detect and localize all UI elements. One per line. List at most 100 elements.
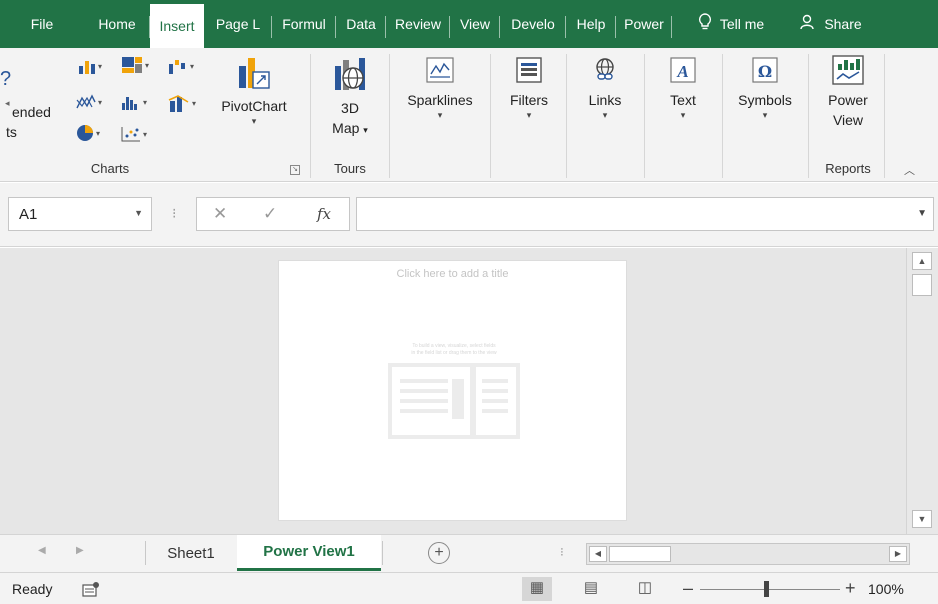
pivotchart-button[interactable]: PivotChart ▾ [210, 56, 298, 126]
3d-map-button[interactable]: 3D Map ▾ [317, 56, 383, 140]
statistic-chart-icon [122, 97, 137, 110]
prev-sheet-icon[interactable]: ◀ [38, 545, 46, 556]
ribbon-separator [566, 54, 567, 178]
filters-button[interactable]: Filters ▾ [498, 56, 560, 120]
scatter-chart-button[interactable]: ▾ [121, 126, 147, 142]
links-caret: ▾ [602, 110, 608, 120]
column-chart-button[interactable]: ▾ [78, 58, 102, 74]
tab-data[interactable]: Data [336, 0, 386, 48]
link-globe-icon [596, 58, 614, 80]
status-ready: Ready [12, 581, 53, 597]
tab-power[interactable]: Power [616, 0, 672, 48]
3d-map-label-2: Map [332, 120, 360, 136]
tab-file[interactable]: File [0, 0, 84, 48]
text-label: Text [670, 92, 696, 108]
power-view-sheet[interactable]: Click here to add a title To build a vie… [278, 260, 627, 521]
tell-me-search[interactable]: Tell me [672, 0, 790, 48]
sheet-tab-bar: ◀ ▶ Sheet1 Power View1 + ⁝ ◀ ▶ [0, 534, 938, 572]
pie-chart-button[interactable]: ▾ [76, 124, 100, 142]
question-chart-icon: ? [0, 68, 12, 90]
symbols-button[interactable]: Ω Symbols ▾ [728, 56, 802, 120]
person-icon [800, 14, 816, 34]
expand-formula-bar-icon[interactable]: ▼ [917, 208, 927, 219]
zoom-slider-track[interactable] [700, 589, 840, 590]
ribbon: ? ◂ ended ts ▾ ▾ ▾ ▾ ▾ ▾ ▾ ▾ PivotChart … [0, 48, 938, 182]
tab-view[interactable]: View [450, 0, 500, 48]
zoom-slider-thumb[interactable] [764, 581, 769, 597]
tab-insert[interactable]: Insert [150, 4, 204, 48]
text-button[interactable]: A Text ▾ [652, 56, 714, 120]
sheet-title-placeholder[interactable]: Click here to add a title [279, 268, 626, 280]
recommended-charts-button[interactable]: ? ◂ ended ts [0, 68, 64, 142]
text-box-icon: A [670, 57, 696, 83]
ribbon-separator [490, 54, 491, 178]
horizontal-scrollbar[interactable]: ◀ ▶ [586, 543, 910, 565]
waterfall-chart-button[interactable]: ▾ [168, 58, 194, 74]
pivotchart-label: PivotChart [221, 98, 287, 114]
enter-check-icon[interactable]: ✓ [263, 204, 277, 224]
tab-home[interactable]: Home [84, 0, 150, 48]
share-button[interactable]: Share [790, 0, 872, 48]
normal-view-icon[interactable]: ▦ [522, 577, 552, 601]
vertical-scroll-thumb[interactable] [912, 274, 932, 296]
svg-text:Ω: Ω [758, 62, 772, 81]
insert-function-icon[interactable]: fx [317, 205, 331, 223]
zoom-in-icon[interactable]: + [845, 578, 856, 599]
scroll-down-icon[interactable]: ▼ [912, 510, 932, 528]
hint-line-2: in the field list or drag them to the vi… [411, 350, 497, 356]
recommended-charts-label-2: ts [6, 124, 17, 140]
combo-chart-button[interactable]: ▾ [168, 94, 196, 112]
line-chart-button[interactable]: ▾ [76, 94, 102, 110]
sheet-tab-power-view1[interactable]: Power View1 [237, 535, 381, 571]
tab-formulas[interactable]: Formul [272, 0, 336, 48]
3d-map-caret: ▾ [363, 125, 368, 135]
cancel-icon[interactable]: ✕ [213, 204, 227, 224]
vertical-scrollbar[interactable]: ▲ ▼ [906, 248, 938, 534]
sparklines-button[interactable]: Sparklines ▾ [396, 56, 484, 120]
add-sheet-icon[interactable]: + [428, 542, 450, 564]
statistic-chart-button[interactable]: ▾ [121, 94, 147, 110]
name-box[interactable]: A1 ▼ [8, 197, 152, 231]
tab-help[interactable]: Help [566, 0, 616, 48]
tab-page-layout[interactable]: Page L [204, 0, 272, 48]
links-label: Links [588, 92, 622, 108]
column-chart-icon [79, 61, 95, 74]
filters-label: Filters [509, 92, 549, 108]
power-view-label-2: View [832, 112, 864, 128]
tell-me-label: Tell me [719, 16, 765, 32]
tours-group-label: Tours [334, 161, 366, 176]
waterfall-chart-icon [169, 60, 185, 74]
hierarchy-chart-button[interactable]: ▾ [121, 56, 149, 74]
formula-bar-grip-icon[interactable]: ⁝ [172, 205, 177, 222]
horizontal-scroll-thumb[interactable] [609, 546, 671, 562]
field-list-illustration-icon: To build a view, visualize, select field… [388, 343, 520, 439]
omega-icon: Ω [752, 57, 778, 83]
collapse-ribbon-icon[interactable]: ︿ [904, 162, 915, 178]
ribbon-separator [389, 54, 390, 178]
scroll-up-icon[interactable]: ▲ [912, 252, 932, 270]
power-view-button[interactable]: Power View [812, 54, 884, 130]
page-break-view-icon[interactable]: ◫ [630, 577, 660, 601]
tab-developer[interactable]: Develo [500, 0, 566, 48]
page-layout-view-icon[interactable]: ▤ [576, 577, 606, 601]
zoom-out-icon[interactable]: – [683, 578, 693, 599]
scroll-left-icon[interactable]: ◀ [589, 546, 607, 562]
chevron-down-icon[interactable]: ▼ [134, 208, 143, 218]
sheet-tab-sheet1[interactable]: Sheet1 [146, 535, 236, 571]
reports-group-label: Reports [825, 161, 871, 176]
links-button[interactable]: Links ▾ [574, 56, 636, 120]
formula-input[interactable]: ▼ [356, 197, 934, 231]
charts-dialog-launcher[interactable]: ↘ [290, 165, 300, 175]
3d-map-label-1: 3D [341, 100, 359, 116]
combo-chart-icon [168, 95, 189, 112]
power-view-icon [832, 55, 864, 85]
scroll-right-icon[interactable]: ▶ [889, 546, 907, 562]
next-sheet-icon[interactable]: ▶ [76, 545, 84, 556]
line-chart-icon [76, 94, 96, 109]
zoom-level[interactable]: 100% [868, 581, 904, 597]
tab-split-grip-icon[interactable]: ⁝ [560, 545, 564, 559]
macro-recording-icon[interactable] [82, 581, 100, 597]
pivotchart-icon [239, 58, 270, 89]
tab-review[interactable]: Review [386, 0, 450, 48]
svg-text:A: A [676, 62, 688, 81]
